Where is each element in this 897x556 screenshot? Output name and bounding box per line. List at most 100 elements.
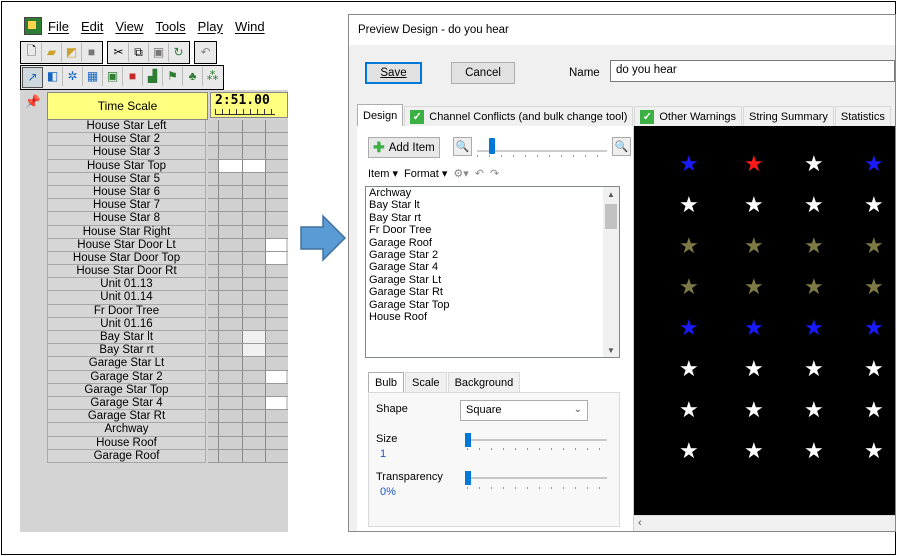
time-scale-header[interactable]: Time Scale bbox=[47, 92, 208, 120]
pin-icon[interactable]: 📌 bbox=[22, 92, 44, 112]
format-menu[interactable]: Format ▾ bbox=[404, 167, 447, 180]
channel-cell-row[interactable] bbox=[208, 396, 288, 411]
menu-play[interactable]: Play bbox=[198, 19, 223, 34]
tab-bulb[interactable]: Bulb bbox=[368, 372, 405, 392]
save-icon[interactable]: ■ bbox=[82, 43, 101, 62]
star-bulb-icon[interactable]: ★ bbox=[864, 276, 884, 298]
channel-row[interactable]: Garage Star 2 bbox=[47, 370, 206, 384]
menu-view[interactable]: View bbox=[115, 19, 143, 34]
channel-cell-row[interactable] bbox=[208, 146, 288, 160]
star-bulb-icon[interactable]: ★ bbox=[864, 317, 884, 339]
channel-row[interactable]: House Star 3 bbox=[47, 146, 206, 160]
timecode-ruler[interactable]: 2:51.00 bbox=[210, 92, 288, 118]
scroll-left-icon[interactable]: ‹ bbox=[638, 517, 642, 529]
paste-icon[interactable]: ▣ bbox=[149, 42, 169, 62]
tab-string-summary[interactable]: String Summary bbox=[743, 106, 834, 126]
star-bulb-icon[interactable]: ★ bbox=[679, 317, 699, 339]
channel-cell-row[interactable] bbox=[208, 344, 288, 358]
star-bulb-icon[interactable]: ★ bbox=[744, 399, 764, 421]
list-item[interactable]: Garage Star 4 bbox=[366, 261, 619, 273]
tab-scale[interactable]: Scale bbox=[405, 372, 447, 392]
star-bulb-icon[interactable]: ★ bbox=[804, 440, 824, 462]
transparency-slider-thumb[interactable] bbox=[465, 471, 471, 485]
channel-row[interactable]: House Roof bbox=[47, 436, 206, 450]
star-bulb-icon[interactable]: ★ bbox=[744, 317, 764, 339]
tree-icon[interactable]: ♣ bbox=[183, 66, 203, 86]
zoom-slider-thumb[interactable] bbox=[489, 138, 495, 154]
channel-row[interactable]: Unit 01.16 bbox=[47, 317, 206, 331]
list-item[interactable]: Archway bbox=[366, 187, 619, 199]
preview-hscrollbar[interactable]: ‹ bbox=[634, 515, 895, 531]
star-bulb-icon[interactable]: ★ bbox=[804, 194, 824, 216]
red-square-icon[interactable]: ■ bbox=[123, 66, 143, 86]
copy-icon[interactable]: ⧉ bbox=[129, 42, 149, 62]
channel-cell-row[interactable] bbox=[208, 423, 288, 437]
channel-row[interactable]: House Star 8 bbox=[47, 212, 206, 226]
list-item[interactable]: Garage Star Lt bbox=[366, 274, 619, 286]
channel-row[interactable]: House Star Door Lt bbox=[47, 238, 206, 252]
cancel-button[interactable]: Cancel bbox=[451, 62, 515, 84]
star-bulb-icon[interactable]: ★ bbox=[804, 317, 824, 339]
channel-cell-row[interactable] bbox=[208, 317, 288, 331]
channel-row[interactable]: Garage Star 4 bbox=[47, 396, 206, 411]
tab-statistics[interactable]: Statistics bbox=[834, 106, 891, 126]
star-bulb-icon[interactable]: ★ bbox=[864, 153, 884, 175]
zoom-out-icon[interactable]: 🔍 bbox=[453, 137, 472, 156]
list-item[interactable]: Bay Star lt bbox=[366, 199, 619, 211]
tab-background[interactable]: Background bbox=[447, 372, 521, 392]
undo-icon[interactable]: ↶ bbox=[475, 167, 484, 180]
channel-row[interactable]: House Star Left bbox=[47, 120, 206, 134]
shape-select[interactable]: Square ⌄ bbox=[460, 400, 588, 421]
undo-icon[interactable]: ↶ bbox=[196, 43, 215, 62]
channel-cell-row[interactable] bbox=[208, 185, 288, 200]
scroll-down-icon[interactable]: ▼ bbox=[603, 343, 619, 357]
list-item[interactable]: House Roof bbox=[366, 311, 619, 323]
channel-cell-row[interactable] bbox=[208, 120, 288, 134]
star-bulb-icon[interactable]: ★ bbox=[864, 399, 884, 421]
channel-cell-row[interactable] bbox=[208, 436, 288, 450]
channel-row[interactable]: Archway bbox=[47, 423, 206, 437]
channel-row[interactable]: House Star Right bbox=[47, 225, 206, 239]
gear-icon[interactable]: ⚙▾ bbox=[453, 167, 468, 180]
star-bulb-icon[interactable]: ★ bbox=[804, 235, 824, 257]
channel-cell-row[interactable] bbox=[208, 291, 288, 305]
star-bulb-icon[interactable]: ★ bbox=[679, 194, 699, 216]
star-bulb-icon[interactable]: ★ bbox=[744, 153, 764, 175]
channel-row[interactable]: House Star Top bbox=[47, 159, 206, 173]
star-bulb-icon[interactable]: ★ bbox=[864, 358, 884, 380]
channel-cell-row[interactable] bbox=[208, 304, 288, 318]
preview-canvas[interactable]: ★ ★ ★ ★ ★ ★ ★ ★ ★ ★ ★ ★ ★ ★ ★ ★ ★ ★ ★ ★ ★ ★ ★ ★ ★ ★ ★ ★ ★ ★ ★ ★ bbox=[634, 126, 895, 522]
menu-file[interactable]: File bbox=[48, 19, 69, 34]
channel-row[interactable]: House Star Door Top bbox=[47, 251, 206, 266]
tab-other-warnings[interactable]: ✓ Other Warnings bbox=[634, 106, 742, 126]
star-bulb-icon[interactable]: ★ bbox=[744, 235, 764, 257]
channel-row[interactable]: House Star Door Rt bbox=[47, 265, 206, 279]
star-bulb-icon[interactable]: ★ bbox=[864, 440, 884, 462]
list-item[interactable]: Garage Star Rt bbox=[366, 286, 619, 298]
cluster-icon[interactable]: ⁂ bbox=[203, 67, 222, 86]
pointer-icon[interactable]: ↗ bbox=[22, 66, 43, 88]
star-bulb-icon[interactable]: ★ bbox=[804, 399, 824, 421]
tab-design[interactable]: Design bbox=[357, 104, 404, 126]
channel-cell-row[interactable] bbox=[208, 225, 288, 239]
zoom-slider-track[interactable] bbox=[477, 150, 607, 152]
star-bulb-icon[interactable]: ★ bbox=[744, 440, 764, 462]
sparkle-icon[interactable]: ✲ bbox=[63, 66, 83, 86]
star-bulb-icon[interactable]: ★ bbox=[679, 153, 699, 175]
item-menu[interactable]: Item ▾ bbox=[368, 167, 398, 180]
star-bulb-icon[interactable]: ★ bbox=[679, 440, 699, 462]
open-file-icon[interactable]: ◩ bbox=[62, 42, 82, 62]
star-bulb-icon[interactable]: ★ bbox=[864, 194, 884, 216]
window-icon[interactable]: ◧ bbox=[43, 66, 63, 86]
channel-row[interactable]: Bay Star rt bbox=[47, 344, 206, 358]
channel-cell-row[interactable] bbox=[208, 278, 288, 292]
star-bulb-icon[interactable]: ★ bbox=[744, 194, 764, 216]
new-file-icon[interactable]: 🗋 bbox=[22, 42, 42, 62]
star-bulb-icon[interactable]: ★ bbox=[744, 276, 764, 298]
channel-cell-row[interactable] bbox=[208, 212, 288, 226]
refresh-icon[interactable]: ↻ bbox=[169, 43, 188, 62]
channel-cell-row[interactable] bbox=[208, 383, 288, 397]
add-item-button[interactable]: ✚ Add Item bbox=[368, 137, 440, 158]
star-bulb-icon[interactable]: ★ bbox=[804, 276, 824, 298]
name-input[interactable]: do you hear bbox=[610, 60, 895, 82]
